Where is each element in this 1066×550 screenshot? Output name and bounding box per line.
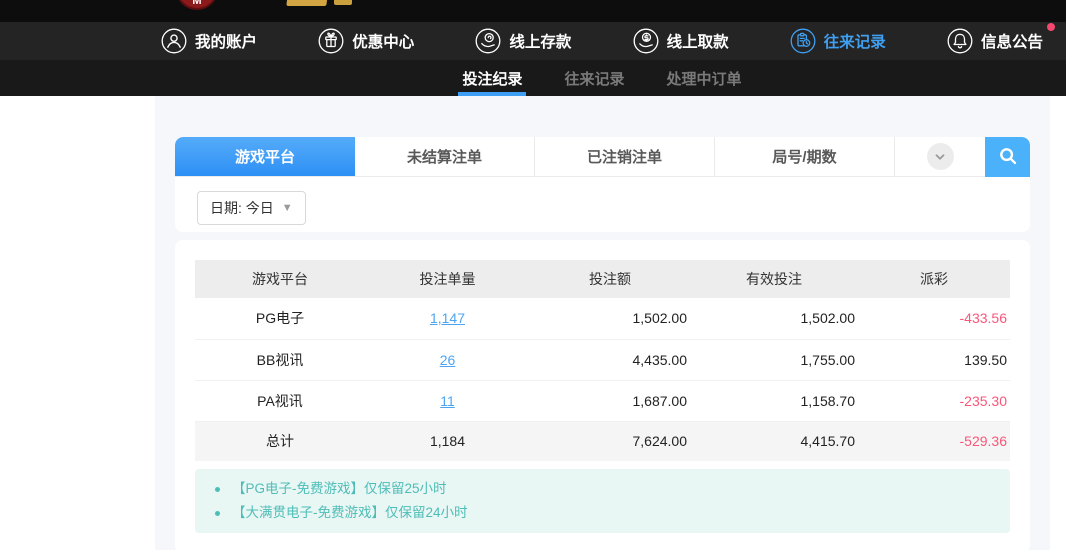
records-panel: 游戏平台 未结算注单 已注销注单 局号/期数	[155, 96, 1050, 550]
date-filter-button[interactable]: 日期: 今日 ▼	[197, 191, 306, 225]
subtab-bet-records[interactable]: 投注纪录	[462, 60, 522, 96]
more-tabs-toggle[interactable]	[895, 137, 985, 176]
user-icon	[161, 28, 187, 54]
subtab-label: 往来记录	[564, 68, 624, 89]
table-row: BB视讯 26 4,435.00 1,755.00 139.50	[195, 339, 1010, 380]
site-logo-mark: M	[178, 0, 216, 7]
nav-label: 往来记录	[824, 30, 886, 52]
nav-label: 我的账户	[195, 30, 257, 52]
tab-label: 未结算注单	[407, 146, 482, 167]
col-header-bet-amount: 投注额	[530, 260, 690, 298]
nav-label: 线上存款	[509, 30, 571, 52]
total-label: 总计	[195, 421, 365, 461]
caret-down-icon: ▼	[282, 202, 293, 214]
valid-bets-cell: 1,502.00	[690, 298, 858, 339]
nav-item-my-account[interactable]: 我的账户	[161, 28, 257, 54]
payout-cell: 139.50	[858, 339, 1010, 380]
withdraw-icon	[633, 28, 659, 54]
table-total-row: 总计 1,184 7,624.00 4,415.70 -529.36	[195, 421, 1010, 461]
site-logo-wordmark-fragment	[334, 0, 352, 5]
records-icon	[790, 28, 816, 54]
col-header-payout: 派彩	[858, 260, 1010, 298]
bet-count-link[interactable]: 26	[440, 352, 456, 368]
gift-icon	[318, 28, 344, 54]
tab-label: 游戏平台	[235, 146, 295, 167]
site-logo-wordmark	[286, 0, 328, 6]
search-icon	[997, 145, 1019, 170]
table-row: PA视讯 11 1,687.00 1,158.70 -235.30	[195, 380, 1010, 421]
nav-label: 线上取款	[667, 30, 729, 52]
table-header-row: 游戏平台 投注单量 投注额 有效投注 派彩	[195, 260, 1010, 298]
tab-label: 局号/期数	[772, 146, 836, 167]
bet-count-link[interactable]: 11	[440, 393, 455, 409]
deposit-icon	[475, 28, 501, 54]
page-content: 游戏平台 未结算注单 已注销注单 局号/期数	[0, 96, 1066, 550]
nav-item-promotions[interactable]: 优惠中心	[318, 28, 414, 54]
nav-item-deposit[interactable]: 线上存款	[475, 28, 571, 54]
site-logo[interactable]: M	[176, 0, 218, 10]
total-bet-count: 1,184	[365, 421, 530, 461]
date-filter-label: 日期: 今日	[210, 198, 274, 218]
note-line: 【大满贯电子-免费游戏】仅保留24小时	[209, 501, 996, 525]
bullet-icon	[215, 511, 220, 516]
chevron-down-icon	[927, 143, 954, 170]
platform-cell: PG电子	[195, 298, 365, 339]
bet-summary-table: 游戏平台 投注单量 投注额 有效投注 派彩 PG电子 1,147 1,502.0…	[195, 260, 1010, 461]
bet-amount-cell: 1,687.00	[530, 380, 690, 421]
summary-card: 游戏平台 投注单量 投注额 有效投注 派彩 PG电子 1,147 1,502.0…	[175, 240, 1030, 550]
subtab-processing-orders[interactable]: 处理中订单	[667, 60, 742, 96]
note-text: 【大满贯电子-免费游戏】仅保留24小时	[232, 501, 468, 525]
nav-item-records[interactable]: 往来记录	[790, 28, 886, 54]
total-payout: -529.36	[858, 421, 1010, 461]
retention-notes: 【PG电子-免费游戏】仅保留25小时 【大满贯电子-免费游戏】仅保留24小时	[195, 469, 1010, 533]
top-strip: M	[0, 0, 1066, 22]
tab-label: 已注销注单	[587, 146, 662, 167]
record-subnav: 投注纪录 往来记录 处理中订单	[0, 60, 1066, 96]
col-header-platform: 游戏平台	[195, 260, 365, 298]
nav-item-withdraw[interactable]: 线上取款	[633, 28, 729, 54]
subtab-label: 投注纪录	[462, 68, 522, 89]
col-header-valid-bets: 有效投注	[690, 260, 858, 298]
main-nav: 我的账户 优惠中心	[0, 22, 1066, 60]
filter-tabrow: 游戏平台 未结算注单 已注销注单 局号/期数	[175, 137, 1030, 177]
payout-cell: -235.30	[858, 380, 1010, 421]
tab-unsettled-bets[interactable]: 未结算注单	[355, 137, 535, 176]
valid-bets-cell: 1,158.70	[690, 380, 858, 421]
tab-cancelled-bets[interactable]: 已注销注单	[535, 137, 715, 176]
notification-badge	[1047, 23, 1055, 31]
bet-amount-cell: 1,502.00	[530, 298, 690, 339]
nav-label: 优惠中心	[352, 30, 414, 52]
note-line: 【PG电子-免费游戏】仅保留25小时	[209, 477, 996, 501]
nav-item-announcements[interactable]: 信息公告	[947, 28, 1043, 54]
date-filter-row: 日期: 今日 ▼	[175, 177, 1030, 225]
subtab-label: 处理中订单	[667, 68, 742, 89]
payout-cell: -433.56	[858, 298, 1010, 339]
tab-game-platform[interactable]: 游戏平台	[175, 137, 355, 176]
nav-label: 信息公告	[981, 30, 1043, 52]
filter-card: 游戏平台 未结算注单 已注销注单 局号/期数	[175, 137, 1030, 232]
table-row: PG电子 1,147 1,502.00 1,502.00 -433.56	[195, 298, 1010, 339]
search-button[interactable]	[985, 137, 1030, 177]
tab-round-number[interactable]: 局号/期数	[715, 137, 895, 176]
platform-cell: BB视讯	[195, 339, 365, 380]
col-header-bet-count: 投注单量	[365, 260, 530, 298]
bet-amount-cell: 4,435.00	[530, 339, 690, 380]
subtab-transaction-records[interactable]: 往来记录	[564, 60, 624, 96]
bullet-icon	[215, 487, 220, 492]
valid-bets-cell: 1,755.00	[690, 339, 858, 380]
bell-icon	[947, 28, 973, 54]
bet-count-link[interactable]: 1,147	[430, 310, 465, 326]
total-bet-amount: 7,624.00	[530, 421, 690, 461]
total-valid-bets: 4,415.70	[690, 421, 858, 461]
platform-cell: PA视讯	[195, 380, 365, 421]
note-text: 【PG电子-免费游戏】仅保留25小时	[232, 477, 447, 501]
